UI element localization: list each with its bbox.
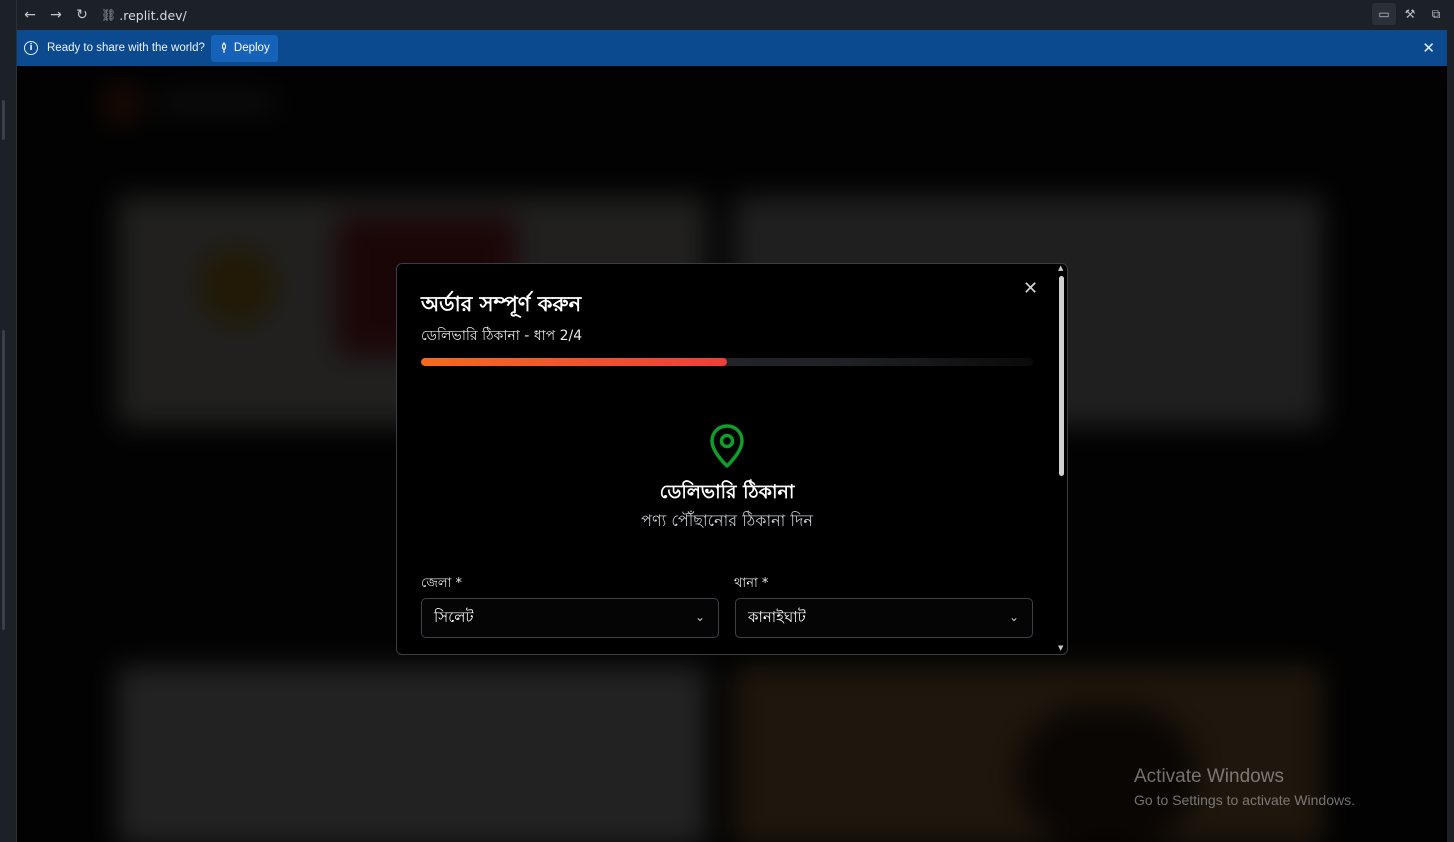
section-subtitle: পণ্য পৌঁছানোর ঠিকানা দিন <box>641 511 813 530</box>
activate-windows-watermark: Activate Windows Go to Settings to activ… <box>1134 766 1355 808</box>
modal-scroll-thumb[interactable] <box>1059 276 1064 476</box>
devices-icon: ▭ <box>1378 7 1390 21</box>
modal-title: অর্ডার সম্পূর্ণ করুন <box>421 292 582 316</box>
step-progress-bar <box>421 358 1033 366</box>
wrench-icon: ⚒ <box>1404 7 1416 21</box>
deploy-banner: i Ready to share with the world? Deploy … <box>17 30 1447 66</box>
back-button[interactable]: ← <box>17 3 43 27</box>
url-text: .replit.dev/ <box>119 7 187 23</box>
chevron-down-icon: ⌄ <box>1008 610 1019 624</box>
step-progress-fill <box>421 358 727 366</box>
watermark-line2: Go to Settings to activate Windows. <box>1134 792 1355 808</box>
district-label: জেলা * <box>421 576 462 591</box>
scroll-up-icon[interactable]: ▲ <box>1058 264 1063 272</box>
order-modal: ✕ অর্ডার সম্পূর্ণ করুন ডেলিভারি ঠিকানা -… <box>396 263 1068 655</box>
arrow-right-icon: → <box>50 7 62 23</box>
deploy-button[interactable]: Deploy <box>210 34 278 62</box>
ide-strip-marker <box>2 100 5 140</box>
watermark-line1: Activate Windows <box>1134 766 1284 787</box>
browser-tools: ▭ ⚒ ⧉ <box>1372 3 1448 25</box>
district-select[interactable]: সিলেট ⌄ <box>421 598 719 638</box>
section-title: ডেলিভারি ঠিকানা <box>659 481 795 503</box>
deploy-icon <box>221 42 226 53</box>
deploy-label: Deploy <box>233 42 270 54</box>
devtools-button[interactable]: ⚒ <box>1398 3 1422 25</box>
modal-subtitle: ডেলিভারি ঠিকানা - ধাপ 2/4 <box>421 328 583 344</box>
ide-strip-marker <box>2 330 5 630</box>
arrow-left-icon: ← <box>24 7 36 23</box>
page-scrollbar[interactable] <box>1447 30 1454 842</box>
external-link-icon: ⧉ <box>1431 6 1441 21</box>
link-icon: ⛓ <box>101 8 117 22</box>
scroll-down-icon[interactable]: ▼ <box>1058 644 1063 652</box>
banner-close-icon[interactable]: ✕ <box>1422 39 1435 57</box>
url-bar[interactable]: ⛓ .replit.dev/ <box>101 4 187 26</box>
info-icon: i <box>24 41 38 55</box>
browser-toolbar: ← → ↻ ⛓ .replit.dev/ ▭ ⚒ ⧉ <box>17 0 1454 30</box>
modal-close-icon[interactable]: ✕ <box>1023 278 1038 299</box>
district-value: সিলেট <box>434 607 474 626</box>
forward-button[interactable]: → <box>43 3 69 27</box>
thana-select[interactable]: কানাইঘাট ⌄ <box>735 598 1033 638</box>
reload-button[interactable]: ↻ <box>69 3 95 27</box>
modal-scrollbar[interactable]: ▲ ▼ <box>1056 264 1067 654</box>
reload-icon: ↻ <box>76 7 88 23</box>
ide-sidebar-strip <box>0 0 17 842</box>
banner-message: Ready to share with the world? <box>47 42 205 54</box>
location-pin-icon <box>710 424 744 468</box>
devices-button[interactable]: ▭ <box>1372 3 1396 25</box>
thana-label: থানা * <box>734 576 769 591</box>
open-new-tab-button[interactable]: ⧉ <box>1424 3 1448 25</box>
thana-value: কানাইঘাট <box>748 607 806 626</box>
chevron-down-icon: ⌄ <box>694 610 705 624</box>
